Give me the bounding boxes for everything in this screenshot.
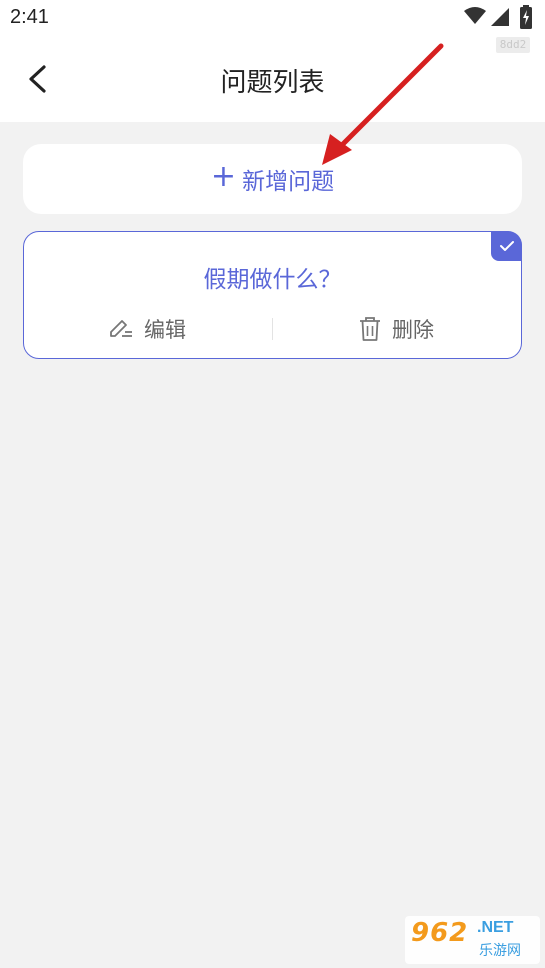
delete-label: 删除 — [392, 318, 434, 342]
build-tag: 8dd2 — [496, 37, 530, 53]
watermark-cn: 乐游网 — [479, 943, 521, 959]
signal-icon — [491, 8, 509, 26]
delete-button[interactable]: 删除 — [358, 314, 434, 344]
action-divider — [272, 318, 273, 340]
add-question-label: 新增问题 — [242, 169, 335, 195]
watermark-number: 962 — [411, 918, 469, 948]
edit-button[interactable]: 编辑 — [108, 314, 186, 344]
status-bar: 2:41 — [0, 0, 545, 36]
add-question-button[interactable]: + 新增问题 — [23, 144, 522, 214]
watermark-suffix: .NET — [477, 919, 514, 936]
edit-label: 编辑 — [144, 318, 186, 342]
plus-icon: + — [210, 159, 237, 194]
battery-charging-icon — [520, 5, 532, 29]
trash-icon — [360, 317, 380, 341]
watermark-logo: 962 .NET 乐游网 — [405, 916, 540, 964]
wifi-icon — [464, 7, 486, 24]
check-icon — [499, 241, 514, 251]
selected-badge — [491, 231, 522, 261]
edit-icon — [110, 320, 132, 337]
question-title: 假期做什么？ — [203, 267, 342, 293]
status-time: 2:41 — [10, 6, 49, 28]
app-header: 问题列表 — [0, 36, 545, 122]
page-title: 问题列表 — [220, 68, 325, 98]
question-card[interactable]: 假期做什么？ 编辑 删除 — [23, 231, 522, 359]
